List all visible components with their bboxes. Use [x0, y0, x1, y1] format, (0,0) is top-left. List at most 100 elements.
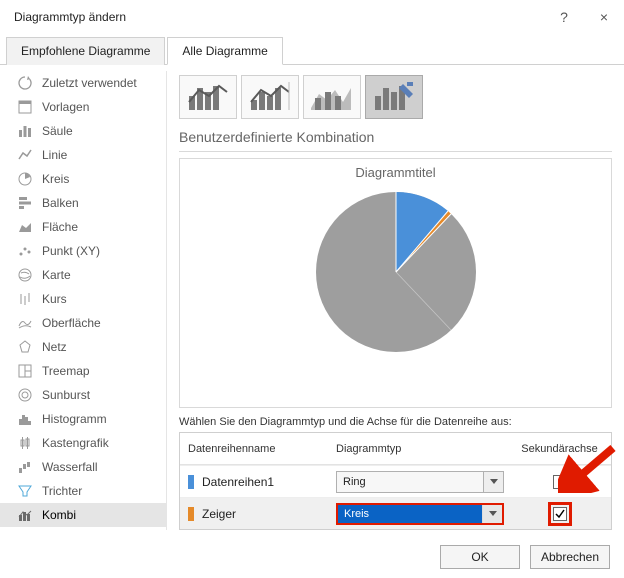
- pie-chart-icon: [286, 184, 506, 354]
- series-color: [188, 475, 194, 489]
- cat-column[interactable]: Säule: [0, 119, 166, 143]
- series-name: Datenreihen1: [202, 475, 274, 489]
- boxplot-icon: [14, 436, 36, 450]
- cat-surface[interactable]: Oberfläche: [0, 311, 166, 335]
- cat-radar[interactable]: Netz: [0, 335, 166, 359]
- button-label: OK: [471, 550, 488, 564]
- column-icon: [14, 124, 36, 138]
- cat-combo[interactable]: Kombi: [0, 503, 166, 527]
- series-color: [188, 507, 194, 521]
- header-axis: Sekundärachse: [508, 443, 611, 455]
- tab-all[interactable]: Alle Diagramme: [167, 37, 282, 65]
- button-label: Abbrechen: [541, 550, 599, 564]
- chart-title: Diagrammtitel: [355, 165, 435, 180]
- recent-icon: [14, 76, 36, 90]
- dialog-footer: OK Abbrechen: [0, 536, 624, 578]
- label: Karte: [42, 268, 71, 282]
- cat-boxplot[interactable]: Kastengrafik: [0, 431, 166, 455]
- table-row: Zeiger Kreis: [180, 497, 611, 529]
- label: Linie: [42, 148, 67, 162]
- label: Treemap: [42, 364, 90, 378]
- chart-type-select[interactable]: Ring: [336, 471, 504, 493]
- funnel-icon: [14, 484, 36, 498]
- cat-map[interactable]: Karte: [0, 263, 166, 287]
- combo-value: Kreis: [338, 508, 482, 520]
- label: Oberfläche: [42, 316, 101, 330]
- stock-icon: [14, 292, 36, 306]
- ok-button[interactable]: OK: [440, 545, 520, 569]
- combo-icon: [14, 508, 36, 522]
- chevron-down-icon: [483, 472, 503, 492]
- cancel-button[interactable]: Abbrechen: [530, 545, 610, 569]
- templates-icon: [14, 100, 36, 114]
- label: Balken: [42, 196, 79, 210]
- label: Kreis: [42, 172, 69, 186]
- header-name: Datenreihenname: [180, 443, 332, 455]
- header-type: Diagrammtyp: [332, 443, 508, 455]
- label: Zuletzt verwendet: [42, 76, 137, 90]
- help-button[interactable]: ?: [544, 0, 584, 34]
- tab-recommended[interactable]: Empfohlene Diagramme: [6, 37, 165, 65]
- cat-area[interactable]: Fläche: [0, 215, 166, 239]
- cat-templates[interactable]: Vorlagen: [0, 95, 166, 119]
- series-name: Zeiger: [202, 507, 236, 521]
- cat-bar[interactable]: Balken: [0, 191, 166, 215]
- cat-stock[interactable]: Kurs: [0, 287, 166, 311]
- label: Fläche: [42, 220, 78, 234]
- section-title: Benutzerdefinierte Kombination: [179, 129, 612, 145]
- label: Netz: [42, 340, 67, 354]
- scatter-icon: [14, 244, 36, 258]
- series-table: Datenreihenname Diagrammtyp Sekundärachs…: [179, 432, 612, 530]
- pie-icon: [14, 172, 36, 186]
- sunburst-icon: [14, 388, 36, 402]
- label: Trichter: [42, 484, 82, 498]
- subtype-2[interactable]: [241, 75, 299, 119]
- chart-type-select[interactable]: Kreis: [336, 503, 504, 525]
- cat-sunburst[interactable]: Sunburst: [0, 383, 166, 407]
- cat-pie[interactable]: Kreis: [0, 167, 166, 191]
- category-list: Zuletzt verwendet Vorlagen Säule Linie K…: [0, 65, 166, 536]
- tab-strip: Empfohlene Diagramme Alle Diagramme: [0, 36, 624, 65]
- subtype-row: [179, 75, 612, 119]
- dialog-title: Diagrammtyp ändern: [14, 0, 544, 34]
- divider: [179, 151, 612, 152]
- label: Wasserfall: [42, 460, 98, 474]
- label: Vorlagen: [42, 100, 89, 114]
- subtype-3[interactable]: [303, 75, 361, 119]
- instruction-label: Wählen Sie den Diagrammtyp und die Achse…: [179, 416, 612, 428]
- area-icon: [14, 220, 36, 234]
- surface-icon: [14, 316, 36, 330]
- label: Kombi: [42, 508, 76, 522]
- table-header: Datenreihenname Diagrammtyp Sekundärachs…: [180, 433, 611, 465]
- table-row: Datenreihen1 Ring: [180, 465, 611, 497]
- chevron-down-icon: [482, 505, 502, 523]
- label: Säule: [42, 124, 73, 138]
- titlebar: Diagrammtyp ändern ? ×: [0, 0, 624, 34]
- label: Sunburst: [42, 388, 90, 402]
- line-icon: [14, 148, 36, 162]
- chart-preview: Diagrammtitel: [179, 158, 612, 408]
- close-button[interactable]: ×: [584, 0, 624, 34]
- cat-xy[interactable]: Punkt (XY): [0, 239, 166, 263]
- waterfall-icon: [14, 460, 36, 474]
- secondary-axis-checkbox[interactable]: [553, 475, 567, 489]
- bar-icon: [14, 196, 36, 210]
- secondary-axis-checkbox[interactable]: [553, 507, 567, 521]
- tab-label: Alle Diagramme: [182, 44, 267, 58]
- main-panel: Benutzerdefinierte Kombination Diagrammt…: [167, 65, 624, 536]
- label: Punkt (XY): [42, 244, 100, 258]
- cat-waterfall[interactable]: Wasserfall: [0, 455, 166, 479]
- cat-treemap[interactable]: Treemap: [0, 359, 166, 383]
- histogram-icon: [14, 412, 36, 426]
- tab-label: Empfohlene Diagramme: [21, 44, 150, 58]
- cat-recent[interactable]: Zuletzt verwendet: [0, 71, 166, 95]
- combo-value: Ring: [337, 476, 483, 488]
- cat-funnel[interactable]: Trichter: [0, 479, 166, 503]
- cat-histogram[interactable]: Histogramm: [0, 407, 166, 431]
- cat-line[interactable]: Linie: [0, 143, 166, 167]
- subtype-4-custom[interactable]: [365, 75, 423, 119]
- subtype-1[interactable]: [179, 75, 237, 119]
- label: Kurs: [42, 292, 67, 306]
- map-icon: [14, 268, 36, 282]
- treemap-icon: [14, 364, 36, 378]
